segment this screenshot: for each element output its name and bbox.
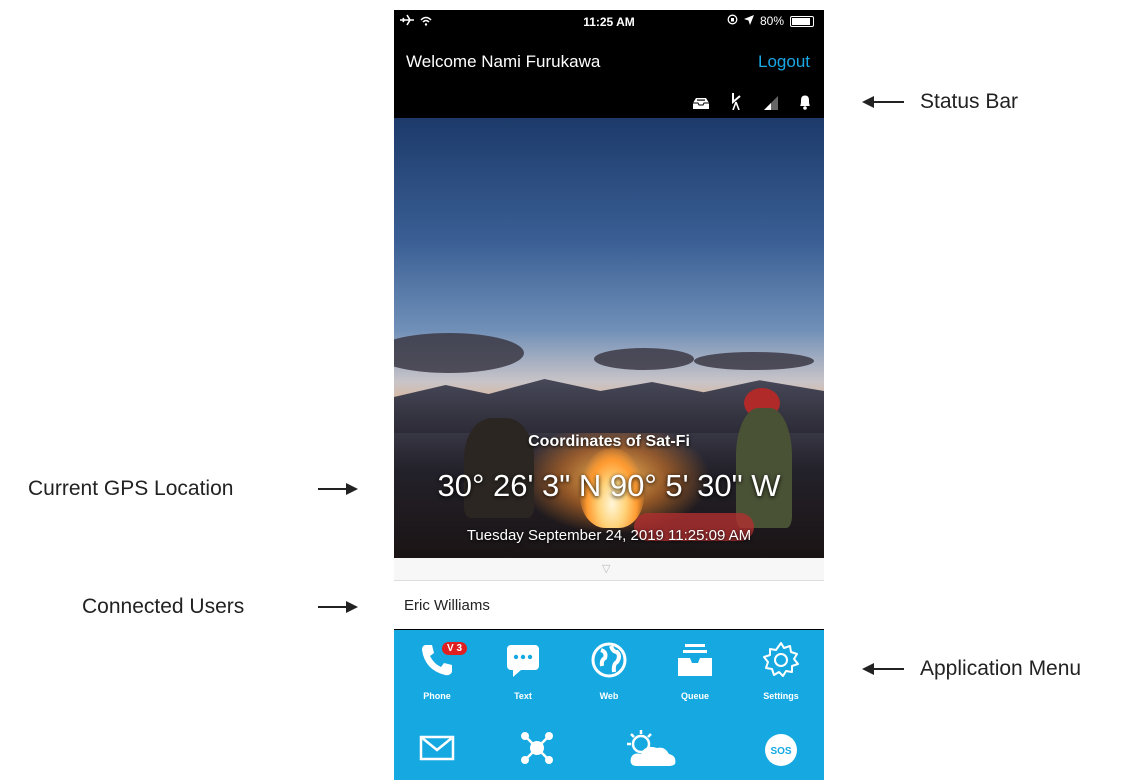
bell-icon[interactable] (798, 94, 812, 115)
connected-users-list: Eric Williams (394, 581, 824, 629)
welcome-text: Welcome Nami Furukawa (406, 52, 601, 71)
weather-button[interactable] (608, 728, 694, 773)
annotation-label: Connected Users (82, 595, 245, 618)
queue-tray-icon (652, 640, 738, 685)
network-icon (494, 730, 580, 771)
gear-icon (738, 640, 824, 685)
inbox-icon[interactable] (692, 96, 710, 115)
battery-percent: 80% (759, 14, 784, 28)
sos-icon: SOS (738, 733, 824, 772)
arrow-line (870, 101, 904, 103)
signal-icon[interactable] (764, 96, 778, 115)
users-drawer-handle[interactable]: ▽ (394, 558, 824, 581)
settings-button[interactable]: Settings (738, 640, 824, 701)
voicemail-badge: V 3 (442, 642, 468, 655)
annotation-label: Current GPS Location (28, 477, 234, 500)
arrow-line (318, 488, 348, 490)
phone-screen: 11:25 AM 80% Welcome Nami Furukawa Logou… (394, 10, 824, 780)
chevron-down-icon: ▽ (602, 563, 611, 575)
application-menu: V 3 Phone Text Web Queue Settings SOS (394, 630, 824, 780)
phone-icon (394, 640, 480, 685)
menu-label: Phone (423, 691, 451, 701)
battery-icon (790, 15, 814, 27)
cloud (694, 352, 814, 370)
globe-icon (566, 640, 652, 685)
mail-icon (394, 733, 480, 768)
annotation-label: Status Bar (920, 90, 1019, 113)
app-status-bar (692, 92, 812, 115)
header-bar: Welcome Nami Furukawa Logout (394, 46, 824, 78)
weather-icon (608, 728, 694, 773)
logout-button[interactable]: Logout (758, 52, 810, 72)
annotation-label: Application Menu (920, 657, 1082, 680)
sos-text: SOS (770, 746, 791, 757)
arrow-right-icon (346, 601, 358, 613)
connected-user[interactable]: Eric Williams (404, 597, 490, 614)
menu-label: Web (599, 691, 619, 701)
text-button[interactable]: Text (480, 640, 566, 701)
gps-coordinates: 30° 26' 3" N 90° 5' 30" W (437, 468, 781, 503)
chat-icon (480, 640, 566, 685)
sos-button[interactable]: SOS (738, 733, 824, 772)
satellite-icon[interactable] (730, 92, 744, 115)
mail-button[interactable] (394, 733, 480, 768)
menu-label: Settings (763, 691, 799, 701)
menu-label: Text (514, 691, 532, 701)
queue-button[interactable]: Queue (652, 640, 738, 701)
rotation-lock-icon (727, 14, 738, 28)
cloud (594, 348, 694, 370)
menu-label: Queue (680, 691, 709, 701)
phone-button[interactable]: V 3 Phone (394, 640, 480, 701)
arrow-right-icon (346, 483, 358, 495)
coordinates-title: Coordinates of Sat-Fi (528, 433, 690, 450)
web-button[interactable]: Web (566, 640, 652, 701)
arrow-line (318, 606, 348, 608)
gps-datetime: Tuesday September 24, 2019 11:25:09 AM (466, 527, 752, 544)
cloud (394, 333, 524, 373)
network-button[interactable] (494, 730, 580, 771)
location-icon (743, 14, 754, 28)
arrow-line (870, 668, 904, 670)
ios-status-bar: 11:25 AM 80% (394, 10, 824, 34)
